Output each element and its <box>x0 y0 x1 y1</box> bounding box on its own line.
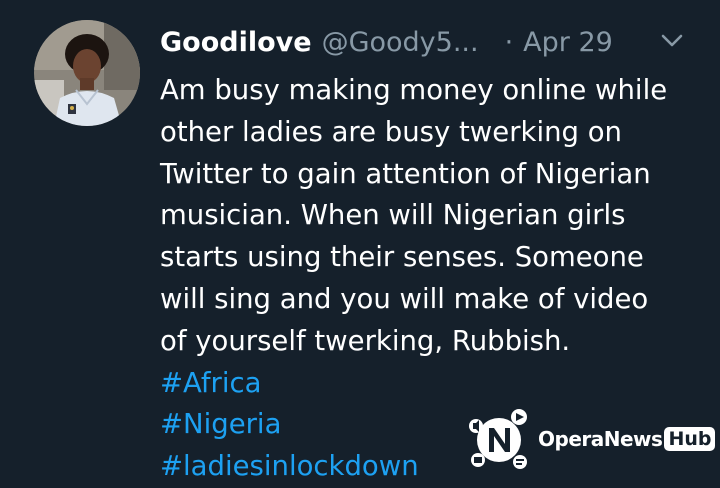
avatar[interactable] <box>34 20 140 126</box>
operanews-logo-icon <box>469 409 527 469</box>
tweet-header: Goodilove @Goody5... · Apr 29 <box>160 22 692 62</box>
tweet-text-line: will sing and you will make of video <box>160 282 649 315</box>
tweet-text-line: Am busy making money online while <box>160 74 668 106</box>
hashtag-africa[interactable]: #Africa <box>160 363 700 405</box>
tweet-text-line: other ladies are busy twerking on <box>160 115 622 148</box>
tweet-text-line: musician. When will Nigerian girls <box>160 199 626 232</box>
tweet-text-line: starts using their senses. Someone <box>160 241 644 274</box>
chevron-down-icon[interactable] <box>658 26 686 54</box>
tweet-date[interactable]: Apr 29 <box>523 27 613 58</box>
tweet-text-line: of yourself twerking, Rubbish. <box>160 324 571 357</box>
operanews-watermark: OperaNews Hub <box>464 404 716 474</box>
display-name[interactable]: Goodilove <box>160 27 312 58</box>
separator-dot: · <box>504 26 514 58</box>
user-handle[interactable]: @Goody5... <box>322 27 479 58</box>
operanews-brand-text: OperaNews <box>538 427 663 451</box>
operanews-hub-badge: Hub <box>664 427 716 451</box>
profile-photo <box>34 20 140 126</box>
tweet-text-line: Twitter to gain attention of Nigerian <box>160 157 651 190</box>
